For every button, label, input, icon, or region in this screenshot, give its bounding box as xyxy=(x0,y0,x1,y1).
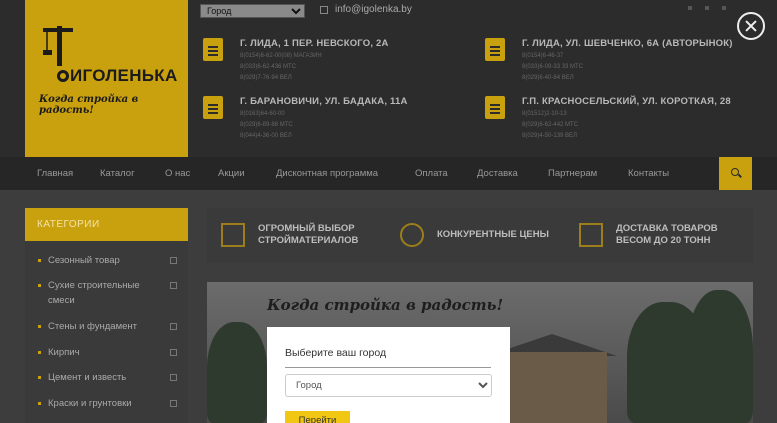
go-button[interactable]: Перейти xyxy=(285,411,350,423)
close-icon[interactable] xyxy=(737,12,765,40)
modal-title: Выберите ваш город xyxy=(285,347,387,359)
modal-divider xyxy=(285,367,491,368)
city-modal: Выберите ваш город Город Перейти xyxy=(267,327,510,423)
modal-city-select[interactable]: Город xyxy=(285,374,492,397)
